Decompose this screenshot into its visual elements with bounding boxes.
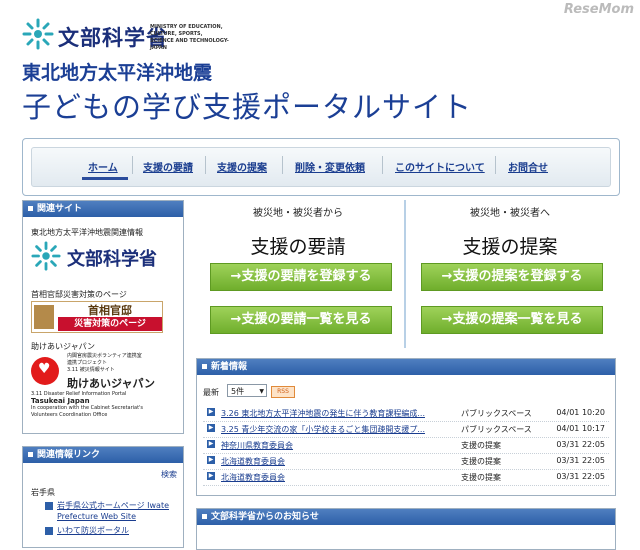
kantei-sub: 災害対策のページ (58, 317, 162, 331)
kantei-caption: 首相官邸災害対策のページ (31, 290, 127, 299)
request-panel-title: 支援の要請 (250, 236, 346, 258)
news-count-value: 5件 (231, 387, 245, 396)
tasukeai-heart-icon: ♥ (31, 357, 59, 385)
earthquake-info-label: 東北地方太平洋沖地震関連情報 (31, 228, 143, 237)
news-row[interactable]: ▶ 北海道教育委員会 支援の提案 03/31 22:05 (203, 469, 609, 486)
nav-divider (382, 156, 383, 174)
news-category: 支援の提案 (461, 457, 501, 466)
nav-divider (205, 156, 206, 174)
nav-about[interactable]: このサイトについて (395, 159, 485, 174)
nav-active-indicator (82, 177, 128, 180)
link-arrow-icon (45, 527, 53, 535)
ministry-english-name: MINISTRY OF EDUCATION, CULTURE, SPORTS, … (150, 24, 229, 51)
arrow-right-icon: ▶ (207, 456, 215, 464)
view-offers-button[interactable]: →支援の提案一覧を見る (421, 306, 603, 334)
news-title[interactable]: 北海道教育委員会 (221, 456, 441, 467)
tasukeai-name: 助けあいジャパン (67, 377, 155, 390)
nav-delete-change[interactable]: 削除・変更依頼 (295, 159, 365, 174)
news-category: パブリックスペース (461, 409, 532, 418)
news-date: 04/01 10:17 (556, 424, 605, 433)
news-date: 04/01 10:20 (556, 408, 605, 417)
nav-divider (132, 156, 133, 174)
request-panel-caption: 被災地・被災者から (253, 208, 343, 219)
link-arrow-icon (45, 502, 53, 510)
offer-panel-caption: 被災地・被災者へ (470, 208, 550, 219)
nav-contact[interactable]: お問合せ (508, 159, 548, 174)
news-row[interactable]: ▶ 3.25 青少年交流の家「小学校まるごと集団疎開支援プ... パブリックスペ… (203, 421, 609, 438)
notice-box: 文部科学省からのお知らせ (196, 508, 616, 550)
tasukeai-caption: 助けあいジャパン (31, 342, 95, 351)
global-nav: ホーム 支援の要請 支援の提案 削除・変更依頼 このサイトについて お問合せ (22, 138, 620, 196)
news-category: パブリックスペース (461, 425, 532, 434)
mext-banner-text: 文部科学省 (67, 249, 157, 270)
tasukeai-small-text: 内閣官房震災ボランティア連携室 連携プロジェクト 3.11 被災情報サイト (67, 353, 142, 373)
register-request-button[interactable]: →支援の要請を登録する (210, 263, 392, 291)
nav-divider (282, 156, 283, 174)
tasukeai-banner-link[interactable]: ♥ 内閣官房震災ボランティア連携室 連携プロジェクト 3.11 被災情報サイト … (31, 353, 181, 431)
panel-divider (404, 200, 406, 348)
news-row[interactable]: ▶ 3.26 東北地方太平洋沖地震の発生に伴う教育課程編成... パブリックスペ… (203, 405, 609, 422)
arrow-right-icon: ▶ (207, 440, 215, 448)
arrow-right-icon: ▶ (207, 472, 215, 480)
kantei-building-icon (34, 305, 54, 329)
nav-divider (495, 156, 496, 174)
site-title-line1: 東北地方太平洋沖地震 (22, 62, 213, 84)
iwate-pref-link[interactable]: 岩手県公式ホームページ Iwate Prefecture Web Site (57, 500, 169, 522)
register-offer-button[interactable]: →支援の提案を登録する (421, 263, 603, 291)
news-date: 03/31 22:05 (556, 456, 605, 465)
mext-banner-link[interactable]: 文部科学省 (31, 239, 171, 275)
site-title-line2: 子どもの学び支援ポータルサイト (22, 90, 473, 124)
iwate-bousai-link[interactable]: いわて防災ポータル (57, 525, 129, 536)
news-date: 03/31 22:05 (556, 472, 605, 481)
notice-header: 文部科学省からのお知らせ (197, 509, 615, 525)
kantei-banner-link[interactable]: 首相官邸 災害対策のページ (31, 301, 163, 333)
mext-logo-icon (31, 241, 61, 271)
news-box: 新着情報 最新 5件 ▼ RSS ▶ 3.26 東北地方太平洋沖地震の発生に伴う… (196, 358, 616, 496)
related-links-box: 関連情報リンク 検索 岩手県 岩手県公式ホームページ Iwate Prefect… (22, 446, 184, 548)
related-links-header: 関連情報リンク (23, 447, 183, 463)
nav-home[interactable]: ホーム (88, 159, 118, 174)
prefecture-label: 岩手県 (31, 488, 55, 497)
arrow-right-icon: ▶ (207, 424, 215, 432)
resemom-watermark: ReseMom (563, 2, 634, 17)
view-requests-button[interactable]: →支援の要請一覧を見る (210, 306, 392, 334)
news-row[interactable]: ▶ 北海道教育委員会 支援の提案 03/31 22:05 (203, 453, 609, 470)
news-latest-label: 最新 (203, 388, 219, 397)
kantei-name: 首相官邸 (88, 304, 132, 317)
news-title[interactable]: 3.25 青少年交流の家「小学校まるごと集団疎開支援プ... (221, 424, 441, 435)
news-category: 支援の提案 (461, 441, 501, 450)
chevron-down-icon: ▼ (259, 388, 264, 395)
news-date: 03/31 22:05 (556, 440, 605, 449)
related-sites-header: 関連サイト (23, 201, 183, 217)
rss-button[interactable]: RSS (271, 386, 295, 398)
mext-logo-icon (22, 18, 54, 50)
nav-offer[interactable]: 支援の提案 (217, 159, 267, 174)
news-title[interactable]: 神奈川県教育委員会 (221, 440, 441, 451)
news-count-select[interactable]: 5件 ▼ (227, 384, 267, 397)
nav-bar: ホーム 支援の要請 支援の提案 削除・変更依頼 このサイトについて お問合せ (31, 147, 611, 187)
news-category: 支援の提案 (461, 473, 501, 482)
news-title[interactable]: 3.26 東北地方太平洋沖地震の発生に伴う教育課程編成... (221, 408, 441, 419)
nav-request[interactable]: 支援の要請 (143, 159, 193, 174)
related-sites-box: 関連サイト 東北地方太平洋沖地震関連情報 文部科学省 首相官邸災害対策のページ … (22, 200, 184, 434)
offer-panel-title: 支援の提案 (462, 236, 558, 258)
search-link[interactable]: 検索 (161, 469, 177, 480)
arrow-right-icon: ▶ (207, 408, 215, 416)
news-title[interactable]: 北海道教育委員会 (221, 472, 441, 483)
tasukeai-english-text: 3.11 Disaster Relief Information Portal … (31, 391, 144, 418)
news-row[interactable]: ▶ 神奈川県教育委員会 支援の提案 03/31 22:05 (203, 437, 609, 454)
news-header: 新着情報 (197, 359, 615, 375)
